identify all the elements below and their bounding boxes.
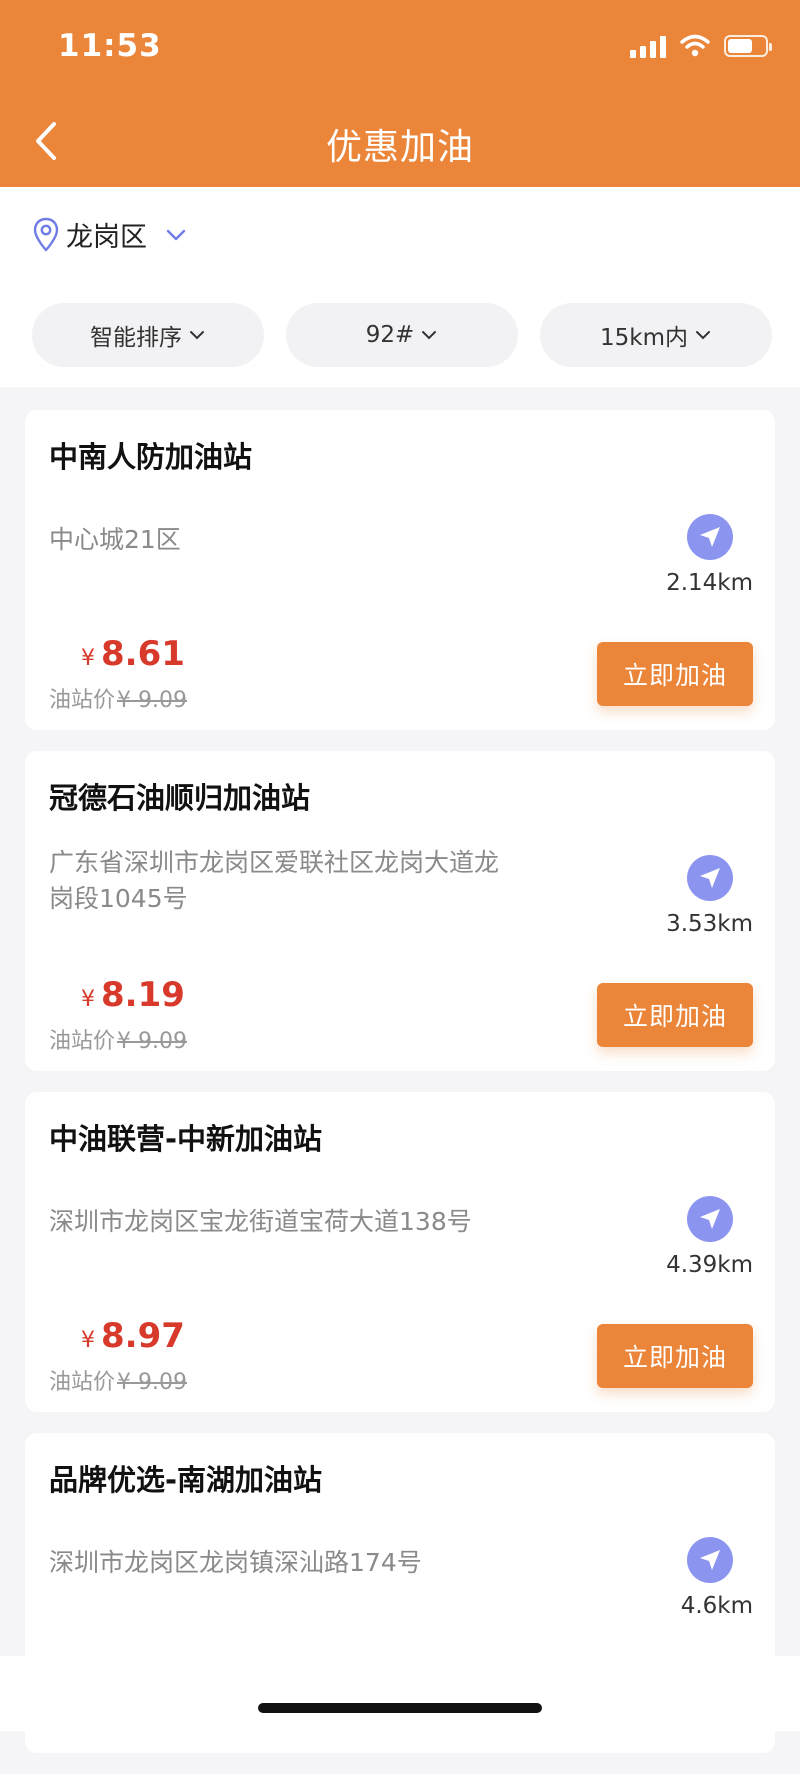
refuel-now-button[interactable]: 立即加油 — [597, 983, 753, 1047]
station-list: 中南人防加油站 中心城21区 2.14km ¥ 8.61 油站价¥ 9.09 立… — [25, 410, 775, 1774]
navigate-button[interactable] — [687, 1537, 733, 1583]
sort-filter-label: 智能排序 — [90, 325, 182, 351]
navigate-button[interactable] — [687, 514, 733, 560]
navigate-button[interactable] — [687, 855, 733, 901]
district-label: 龙岗区 — [66, 222, 147, 253]
chevron-down-icon — [696, 331, 710, 340]
battery-icon — [724, 35, 772, 57]
filter-area: 龙岗区 智能排序 92# 15km内 — [0, 187, 800, 387]
distance-filter[interactable]: 15km内 — [540, 303, 772, 367]
station-name: 中南人防加油站 — [49, 440, 253, 474]
status-icons — [630, 34, 772, 58]
discount-price: ¥ 8.19 — [81, 975, 185, 1015]
home-indicator[interactable] — [258, 1703, 542, 1713]
chevron-down-icon — [422, 331, 437, 340]
top-bar: 11:53 优惠加油 — [0, 0, 800, 187]
distance-filter-label: 15km内 — [600, 325, 688, 351]
station-card[interactable]: 中油联营-中新加油站 深圳市龙岗区宝龙街道宝荷大道138号 4.39km ¥ 8… — [25, 1092, 775, 1412]
station-name: 中油联营-中新加油站 — [49, 1122, 323, 1156]
navigation-arrow-icon — [700, 868, 720, 888]
station-name: 品牌优选-南湖加油站 — [49, 1463, 323, 1497]
price-symbol: ¥ — [81, 646, 95, 671]
filter-pills: 智能排序 92# 15km内 — [32, 303, 772, 367]
station-card[interactable]: 中南人防加油站 中心城21区 2.14km ¥ 8.61 油站价¥ 9.09 立… — [25, 410, 775, 730]
price-symbol: ¥ — [81, 987, 95, 1012]
wifi-icon — [680, 34, 710, 57]
station-distance: 3.53km — [666, 911, 753, 937]
fuel-type-filter-label: 92# — [365, 322, 415, 348]
station-distance: 4.39km — [666, 1252, 753, 1278]
refuel-now-button[interactable]: 立即加油 — [597, 642, 753, 706]
navigation-arrow-icon — [700, 1209, 720, 1229]
location-pin-icon — [33, 217, 59, 252]
station-price-value: ¥ 9.09 — [117, 1370, 187, 1395]
station-price-label: 油站价 — [49, 1029, 116, 1054]
price-value: 8.97 — [101, 1316, 185, 1356]
station-address: 深圳市龙岗区宝龙街道宝荷大道138号 — [49, 1207, 472, 1236]
station-price-label: 油站价 — [49, 688, 116, 713]
station-address: 深圳市龙岗区龙岗镇深汕路174号 — [49, 1548, 422, 1577]
chevron-down-icon — [190, 331, 204, 340]
station-price-label: 油站价 — [49, 1370, 116, 1395]
refuel-now-button[interactable]: 立即加油 — [597, 1324, 753, 1388]
price-symbol: ¥ — [81, 1328, 95, 1353]
chevron-down-icon — [166, 229, 186, 240]
station-price-value: ¥ 9.09 — [117, 688, 187, 713]
fuel-type-filter[interactable]: 92# — [286, 303, 518, 367]
price-value: 8.19 — [101, 975, 185, 1015]
station-price-value: ¥ 9.09 — [117, 1029, 187, 1054]
station-distance: 2.14km — [666, 570, 753, 596]
station-address: 中心城21区 — [49, 525, 181, 554]
location-selector[interactable]: 龙岗区 — [32, 215, 187, 254]
cellular-signal-icon — [630, 34, 666, 58]
station-name: 冠德石油顺归加油站 — [49, 781, 311, 815]
discount-price: ¥ 8.97 — [81, 1316, 185, 1356]
station-address: 广东省深圳市龙岗区爱联社区龙岗大道龙岗段1045号 — [49, 848, 500, 913]
navigation-arrow-icon — [700, 527, 720, 547]
discount-price: ¥ 8.61 — [81, 634, 185, 674]
navigate-button[interactable] — [687, 1196, 733, 1242]
station-card[interactable]: 冠德石油顺归加油站 广东省深圳市龙岗区爱联社区龙岗大道龙岗段1045号 3.53… — [25, 751, 775, 1071]
navigation-arrow-icon — [700, 1550, 720, 1570]
status-time: 11:53 — [58, 28, 162, 64]
price-value: 8.61 — [101, 634, 185, 674]
sort-filter[interactable]: 智能排序 — [32, 303, 264, 367]
page-title: 优惠加油 — [325, 127, 474, 168]
bottom-safe-area — [0, 1656, 800, 1731]
station-price: 油站价¥ 9.09 — [49, 682, 187, 714]
station-distance: 4.6km — [680, 1593, 753, 1619]
station-price: 油站价¥ 9.09 — [49, 1364, 187, 1396]
station-price: 油站价¥ 9.09 — [49, 1023, 187, 1055]
